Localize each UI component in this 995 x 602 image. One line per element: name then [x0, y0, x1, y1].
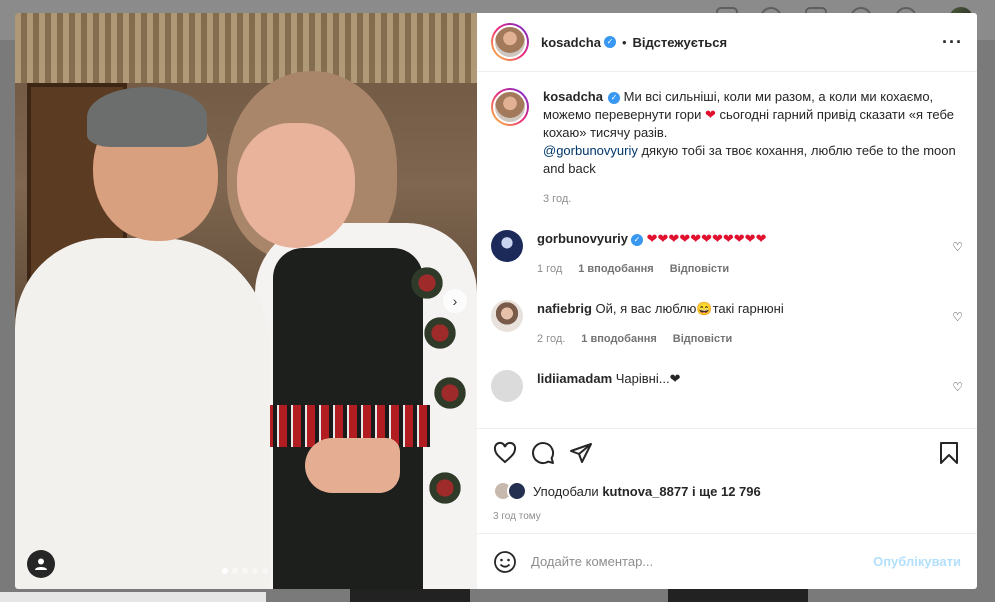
- verified-badge-icon: ✓: [603, 36, 616, 48]
- comment-text: Чарівні...❤: [615, 371, 681, 386]
- paper-plane-icon[interactable]: [569, 441, 593, 465]
- comment-text: Ой, я вас люблю😄такі гарнюні: [595, 301, 784, 316]
- comment-avatar[interactable]: [491, 230, 523, 262]
- photo-embroidery: [420, 313, 460, 353]
- smiley-icon[interactable]: [493, 550, 517, 574]
- post-side-panel: kosadcha ✓ • Відстежується ··· kosadcha ✓…: [477, 13, 977, 589]
- caption-time: 3 год.: [543, 193, 572, 205]
- comment-username[interactable]: lidiiamadam: [537, 371, 612, 386]
- comment-body: lidiiamadam Чарівні...❤: [537, 370, 933, 402]
- photo-embroidery: [430, 373, 470, 413]
- bg-thumbnail: [350, 588, 470, 602]
- comment-item: lidiiamadam Чарівні...❤ ♡: [491, 370, 963, 402]
- comment-avatar[interactable]: [491, 370, 523, 402]
- verified-badge-icon: ✓: [607, 91, 620, 104]
- photo-embroidery: [407, 263, 447, 303]
- ellipsis-icon[interactable]: ···: [942, 32, 963, 53]
- comment-username[interactable]: nafiebrig: [537, 301, 592, 316]
- liker-avatar: [507, 481, 527, 501]
- comment-text: ❤❤❤❤❤❤❤❤❤❤❤: [646, 231, 767, 246]
- caption-username[interactable]: kosadcha: [543, 89, 603, 104]
- comment-username[interactable]: gorbunovyuriy: [537, 231, 628, 246]
- comment-item: nafiebrig Ой, я вас люблю😄такі гарнюні 2…: [491, 300, 963, 348]
- photo-man-hair: [87, 87, 207, 147]
- likes-summary: Уподобали kutnova_8877 і ще 12 796: [493, 481, 961, 501]
- comment-meta: 1 год 1 вподобання Відповісти: [537, 260, 933, 278]
- comments-list: kosadcha ✓ Ми всі сильніші, коли ми разом…: [477, 72, 977, 428]
- likes-text: Уподобали kutnova_8877 і ще 12 796: [533, 484, 761, 499]
- chevron-right-icon: ›: [452, 293, 458, 309]
- carousel-dot: [222, 568, 228, 574]
- likes-count[interactable]: і ще 12 796: [692, 484, 761, 499]
- heart-outline-icon[interactable]: [493, 441, 517, 465]
- publish-button[interactable]: Опублікувати: [873, 554, 961, 569]
- photo-hand: [305, 438, 400, 493]
- user-tag-button[interactable]: [27, 550, 55, 578]
- photo-woman-face: [237, 123, 355, 248]
- author-avatar[interactable]: [491, 23, 529, 61]
- post-actions: Уподобали kutnova_8877 і ще 12 796 3 год…: [477, 428, 977, 533]
- carousel-indicator: [222, 568, 268, 574]
- carousel-dot: [262, 568, 268, 574]
- carousel-dot: [252, 568, 258, 574]
- comment-likes[interactable]: 1 вподобання: [581, 333, 656, 345]
- comment-avatar[interactable]: [491, 300, 523, 332]
- comment-meta: 2 год. 1 вподобання Відповісти: [537, 330, 933, 348]
- post-timestamp[interactable]: 3 год тому: [493, 511, 961, 522]
- caption-author-avatar[interactable]: [491, 88, 529, 126]
- action-bar: [493, 441, 961, 465]
- carousel-dot: [242, 568, 248, 574]
- post-caption: kosadcha ✓ Ми всі сильніші, коли ми разом…: [491, 88, 963, 208]
- follow-status-button[interactable]: Відстежується: [633, 35, 728, 50]
- add-comment-bar: Опублікувати: [477, 533, 977, 589]
- user-tag-icon: [35, 558, 47, 570]
- verified-badge-icon: ✓: [631, 233, 644, 246]
- post-modal: › kosadcha ✓ • Відстежується ··· kosadch…: [15, 13, 977, 589]
- comment-body: gorbunovyuriy ✓ ❤❤❤❤❤❤❤❤❤❤❤ 1 год 1 вподоб…: [537, 230, 933, 278]
- comment-bubble-icon[interactable]: [531, 441, 555, 465]
- carousel-dot: [232, 568, 238, 574]
- photo-man-shirt: [15, 238, 270, 589]
- photo-embroidery: [425, 468, 465, 508]
- comment-time: 1 год: [537, 263, 563, 275]
- heart-emoji: ❤: [705, 107, 716, 122]
- comment-like-icon[interactable]: ♡: [952, 380, 963, 394]
- caption-body: kosadcha ✓ Ми всі сильніші, коли ми разом…: [543, 88, 959, 208]
- post-header: kosadcha ✓ • Відстежується ···: [477, 13, 977, 72]
- liker-username[interactable]: kutnova_8877: [602, 484, 688, 499]
- comment-like-icon[interactable]: ♡: [952, 240, 963, 254]
- post-photo[interactable]: ›: [15, 13, 477, 589]
- author-username[interactable]: kosadcha: [541, 35, 601, 50]
- comment-time: 2 год.: [537, 333, 566, 345]
- bookmark-icon[interactable]: [937, 441, 961, 465]
- comment-body: nafiebrig Ой, я вас люблю😄такі гарнюні 2…: [537, 300, 933, 348]
- reply-button[interactable]: Відповісти: [670, 263, 729, 275]
- comment-item: gorbunovyuriy ✓ ❤❤❤❤❤❤❤❤❤❤❤ 1 год 1 вподоб…: [491, 230, 963, 278]
- header-separator: •: [621, 34, 627, 50]
- reply-button[interactable]: Відповісти: [673, 333, 732, 345]
- bg-thumbnail: [668, 588, 808, 602]
- bg-tooltip: [0, 592, 266, 602]
- carousel-next-button[interactable]: ›: [443, 289, 467, 313]
- mention-link[interactable]: @gorbunovyuriy: [543, 143, 638, 158]
- likes-prefix: Уподобали: [533, 483, 599, 499]
- comment-likes[interactable]: 1 вподобання: [578, 263, 653, 275]
- comment-input[interactable]: [531, 554, 874, 569]
- comment-like-icon[interactable]: ♡: [952, 310, 963, 324]
- photo-wall-decor: [15, 13, 477, 83]
